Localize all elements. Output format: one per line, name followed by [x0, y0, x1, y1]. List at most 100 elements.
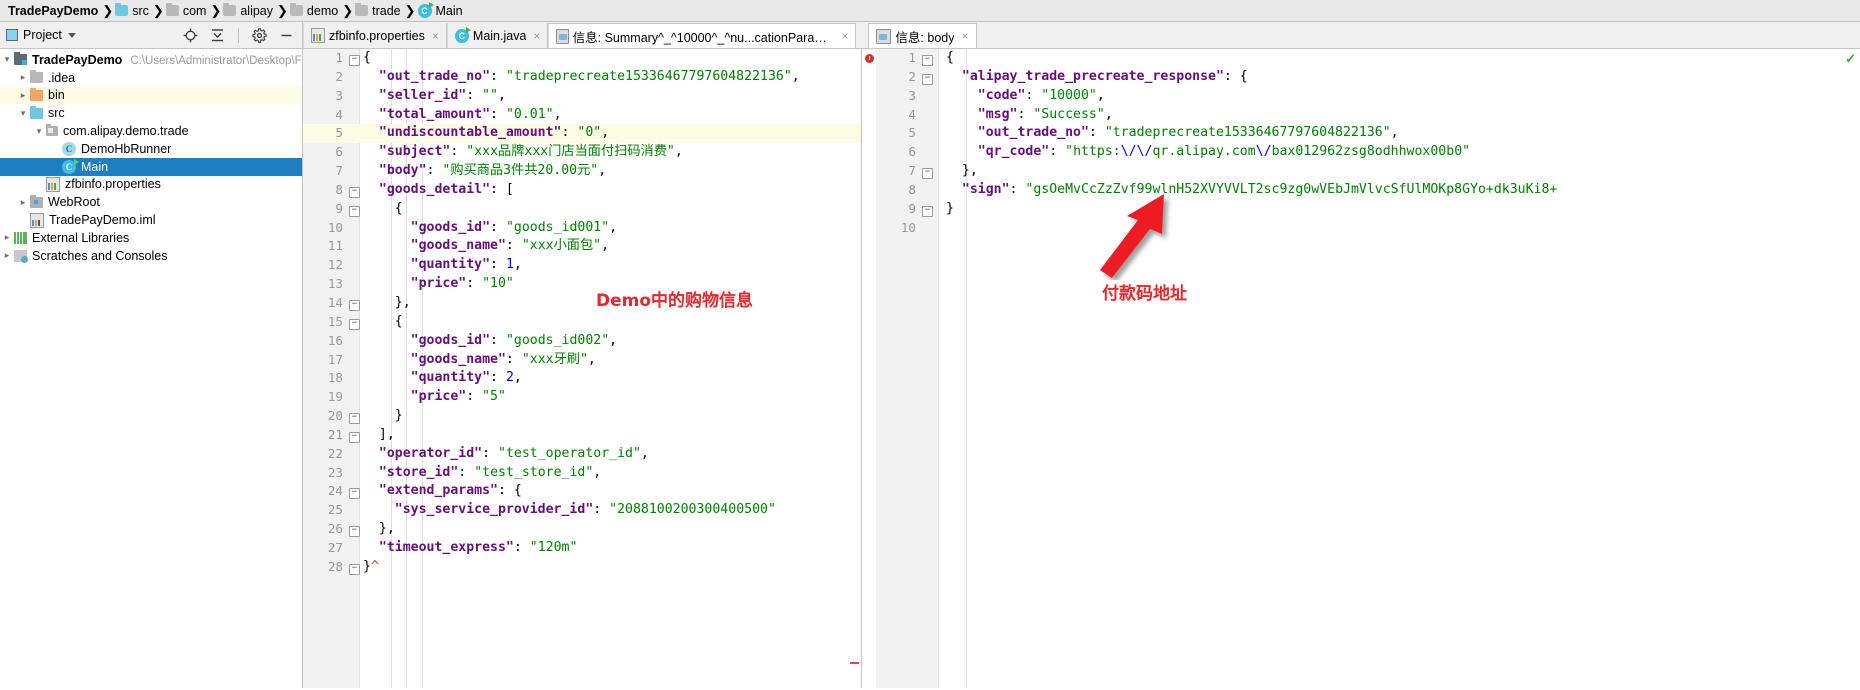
breadcrumb-item-demo[interactable]: demo [288, 0, 342, 22]
package-icon [46, 124, 58, 137]
code-token: "code" [977, 87, 1026, 103]
code-token: , [498, 87, 506, 103]
code-fold-toggle[interactable]: − [349, 483, 360, 502]
line-number: 6 [335, 144, 343, 160]
tree-item-demohbrunner[interactable]: C DemoHbRunner [0, 140, 302, 158]
code-token: , [1096, 87, 1105, 103]
tree-item--idea[interactable]: .idea [0, 69, 302, 87]
code-text: "price": "10" [363, 275, 514, 294]
tree-item-com-alipay-demo-trade[interactable]: com.alipay.demo.trade [0, 122, 302, 140]
line-number: 3 [908, 87, 916, 103]
code-text: }^ [363, 558, 379, 577]
tree-item-external-libraries[interactable]: External Libraries [0, 229, 302, 247]
project-icon [6, 29, 18, 41]
editor-tab[interactable]: zfbinfo.properties × [303, 23, 447, 48]
expand-arrow-icon[interactable] [32, 126, 46, 137]
code-line: 6 "qr_code": "https:\/\/qr.alipay.com\/b… [876, 143, 1860, 162]
code-fold-toggle[interactable]: − [349, 427, 360, 446]
tree-item-webroot[interactable]: WebRoot [0, 193, 302, 211]
tree-item-tradepaydemo-iml[interactable]: TradePayDemo.iml [0, 211, 302, 229]
code-fold-toggle[interactable]: − [922, 163, 933, 182]
line-number: 3 [335, 87, 343, 103]
code-token: "extend_params" [378, 483, 498, 499]
code-fold-toggle[interactable]: − [922, 69, 933, 88]
code-text: "goods_name": "xxx牙刷", [363, 351, 596, 370]
main-area: TradePayDemo C:\Users\Administrator\Deskt… [0, 49, 1860, 688]
tree-item-zfbinfo-properties[interactable]: zfbinfo.properties [0, 176, 302, 194]
code-fold-toggle[interactable]: − [349, 295, 360, 314]
close-icon[interactable]: × [841, 29, 848, 43]
code-token: "购买商品3件共20.00元" [442, 163, 599, 179]
code-token: , [640, 445, 649, 461]
project-view-selector[interactable]: Project [0, 28, 76, 42]
info-icon [556, 28, 569, 44]
code-token: : [1025, 87, 1042, 103]
editor-biz-content[interactable]: 1−{2 "out_trade_no": "tradeprecreate1533… [303, 49, 862, 688]
collapse-arrow-icon[interactable] [16, 197, 30, 208]
tree-item-bin[interactable]: bin [0, 86, 302, 105]
code-fold-toggle[interactable]: − [922, 201, 933, 220]
line-number: 26 [327, 521, 343, 537]
code-token: , [593, 464, 602, 480]
code-token: : [490, 370, 506, 386]
gear-icon[interactable] [251, 27, 268, 44]
code-fold-toggle[interactable]: − [922, 50, 933, 69]
toolbar-divider [238, 27, 239, 43]
expand-arrow-icon[interactable] [16, 108, 30, 119]
editor-tab[interactable]: C Main.java × [446, 23, 549, 48]
code-token: "total_amount" [378, 106, 491, 122]
code-left[interactable]: 1−{2 "out_trade_no": "tradeprecreate1533… [303, 49, 861, 688]
breadcrumb-item-trade[interactable]: trade [353, 0, 405, 22]
editor-body-response[interactable]: 1−{2− "alipay_trade_precreate_response":… [862, 49, 1860, 688]
line-number: 10 [327, 219, 343, 235]
tree-item-src[interactable]: src [0, 104, 302, 122]
breadcrumb-item-com[interactable]: com [164, 0, 211, 22]
close-icon[interactable]: × [533, 29, 540, 43]
collapse-arrow-icon[interactable] [0, 232, 14, 243]
breadcrumb-item-main[interactable]: C Main [416, 0, 467, 22]
code-line: 28−}^ [303, 558, 861, 577]
expand-arrow-icon[interactable] [0, 54, 14, 65]
collapse-arrow-icon[interactable] [16, 72, 30, 83]
code-text: "timeout_express": "120m" [363, 539, 578, 558]
folder-orange-icon [30, 87, 43, 101]
collapse-arrow-icon[interactable] [0, 250, 14, 261]
code-fold-toggle[interactable]: − [349, 182, 360, 201]
locate-file-icon[interactable] [182, 27, 199, 44]
editor-tab[interactable]: 信息: Summary^_^10000^_^nu...cationParams:… [548, 23, 857, 48]
hide-panel-icon[interactable] [278, 27, 295, 44]
code-token: : [1088, 125, 1105, 141]
breadcrumb-item-src[interactable]: src [113, 0, 153, 22]
code-token: "test_store_id" [474, 464, 594, 480]
code-text: "total_amount": "0.01", [363, 106, 562, 125]
breadcrumb-item-tradepaydemo[interactable]: TradePayDemo [4, 0, 102, 22]
project-tree[interactable]: TradePayDemo C:\Users\Administrator\Deskt… [0, 49, 303, 688]
tree-item-main[interactable]: C Main [0, 157, 302, 176]
collapse-all-icon[interactable] [209, 27, 226, 44]
breadcrumb-item-alipay[interactable]: alipay [221, 0, 277, 22]
tree-item-tradepaydemo[interactable]: TradePayDemo C:\Users\Administrator\Deskt… [0, 51, 302, 69]
tree-item-scratches-and-consoles[interactable]: Scratches and Consoles [0, 247, 302, 265]
breadcrumb-item-label: com [182, 3, 207, 18]
code-token: : [1049, 144, 1066, 160]
chevron-down-icon[interactable] [67, 32, 76, 38]
code-fold-toggle[interactable]: − [349, 50, 360, 69]
inspection-ok-icon[interactable]: ✓ [1845, 51, 1856, 67]
close-icon[interactable]: × [961, 29, 968, 43]
code-fold-toggle[interactable]: − [349, 521, 360, 540]
code-fold-toggle[interactable]: − [349, 559, 360, 578]
code-token: "goods_detail" [378, 181, 491, 197]
code-fold-toggle[interactable]: − [349, 314, 360, 333]
collapse-arrow-icon[interactable] [16, 90, 30, 101]
code-token: qr.alipay.com [1152, 144, 1256, 160]
editor-tab[interactable]: 信息: body × [868, 23, 977, 48]
tree-item-label: Main [81, 159, 109, 174]
code-fold-toggle[interactable]: − [349, 201, 360, 220]
code-fold-toggle[interactable]: − [349, 408, 360, 427]
code-token: "sys_service_provider_id" [394, 502, 594, 518]
code-token: : [513, 539, 530, 555]
code-text: "body": "购买商品3件共20.00元", [363, 162, 606, 181]
code-token: "goods_id" [410, 219, 491, 235]
code-right[interactable]: 1−{2− "alipay_trade_precreate_response":… [876, 49, 1860, 688]
close-icon[interactable]: × [432, 29, 439, 43]
